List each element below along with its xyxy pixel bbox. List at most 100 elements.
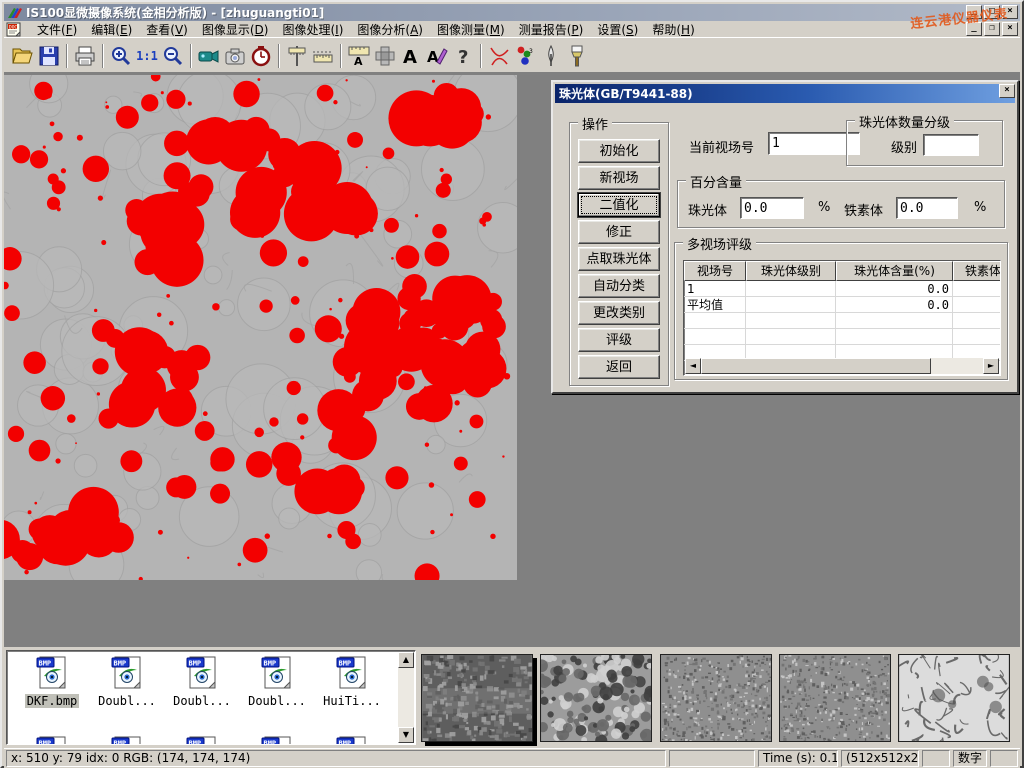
thumbnail-4[interactable] (779, 654, 891, 742)
table-row[interactable]: 平均值 0.0 (684, 297, 1000, 313)
toolbar-separator (102, 44, 104, 68)
file-item[interactable]: BMP (317, 736, 387, 745)
menu-file[interactable]: 文件(F) (30, 20, 84, 39)
help-icon[interactable]: ? (450, 43, 476, 69)
minimize-button[interactable]: _ (966, 5, 982, 19)
binarize-button[interactable]: 二值化 (578, 193, 660, 217)
toolbar-separator (340, 44, 342, 68)
actual-size-icon[interactable]: 1:1 (134, 43, 160, 69)
pearlite-percent-input[interactable] (740, 197, 804, 219)
dialog-close-button[interactable]: × (999, 84, 1015, 98)
cell-level (746, 281, 836, 296)
file-item[interactable]: BMP (242, 736, 312, 745)
rating-table-header: 视场号 珠光体级别 珠光体含量(%) 铁素体 (684, 261, 1000, 281)
thumbnail-5[interactable] (898, 654, 1010, 742)
cursor-position-status: x: 510 y: 79 idx: 0 RGB: (174, 174, 174) (6, 750, 666, 767)
close-button[interactable]: × (1002, 5, 1018, 19)
measure-text-icon[interactable]: A (346, 43, 372, 69)
scrollbar-thumb[interactable] (701, 358, 931, 374)
file-item[interactable]: BMP HuiTi... (317, 656, 387, 708)
table-row[interactable]: 1 0.0 (684, 281, 1000, 297)
file-item[interactable]: BMP (167, 736, 237, 745)
return-button[interactable]: 返回 (578, 355, 660, 379)
save-icon[interactable] (36, 43, 62, 69)
menu-settings[interactable]: 设置(S) (590, 20, 645, 39)
menu-image-measure[interactable]: 图像测量(M) (430, 20, 512, 39)
new-field-button[interactable]: 新视场 (578, 166, 660, 190)
ruler-icon[interactable] (310, 43, 336, 69)
thumbnail-1[interactable] (421, 654, 533, 742)
pick-pearlite-button[interactable]: 点取珠光体 (578, 247, 660, 271)
classify-dots-icon[interactable]: 3 (512, 43, 538, 69)
child-restore-button[interactable]: ❐ (984, 22, 1000, 36)
child-close-button[interactable]: × (1002, 22, 1018, 36)
menu-image-process[interactable]: 图像处理(I) (275, 20, 350, 39)
merge-grid-icon[interactable] (372, 43, 398, 69)
scroll-right-icon[interactable]: ► (983, 358, 999, 374)
file-item[interactable]: BMP (92, 736, 162, 745)
table-row-empty (684, 313, 1000, 329)
file-item[interactable]: BMP Doubl... (242, 656, 312, 708)
auto-classify-button[interactable]: 自动分类 (578, 274, 660, 298)
correct-button[interactable]: 修正 (578, 220, 660, 244)
menu-image-analysis[interactable]: 图像分析(A) (350, 20, 430, 39)
thumbnail-2[interactable] (540, 654, 652, 742)
file-name: DKF.bmp (25, 694, 80, 708)
child-minimize-button[interactable]: _ (966, 22, 982, 36)
zoom-out-icon[interactable] (160, 43, 186, 69)
pearlite-percent-label: 珠光体 (688, 200, 727, 219)
toolbar-separator (278, 44, 280, 68)
open-folder-icon[interactable] (10, 43, 36, 69)
app-logo-icon (6, 6, 22, 20)
change-class-button[interactable]: 更改类别 (578, 301, 660, 325)
menu-edit[interactable]: 编辑(E) (84, 20, 139, 39)
status-spacer (990, 750, 1018, 767)
metallograph-image[interactable] (4, 75, 517, 580)
table-horizontal-scrollbar[interactable]: ◄ ► (685, 358, 999, 374)
video-camera-icon[interactable] (196, 43, 222, 69)
font-icon[interactable]: A (398, 43, 424, 69)
timer-icon[interactable] (248, 43, 274, 69)
dialog-title: 珠光体(GB/T9441-88) (559, 85, 693, 102)
maximize-button[interactable]: □ (984, 5, 1000, 19)
window-title: IS100显微摄像系统(金相分析版) - [zhuguangti01] (26, 4, 324, 21)
scroll-down-icon[interactable]: ▼ (398, 727, 414, 743)
file-name: Doubl... (171, 694, 233, 708)
cell-content: 0.0 (836, 281, 953, 296)
zoom-in-icon[interactable] (108, 43, 134, 69)
print-icon[interactable] (72, 43, 98, 69)
menu-report[interactable]: 测量报告(P) (512, 20, 591, 39)
rate-button[interactable]: 评级 (578, 328, 660, 352)
brush-icon[interactable] (564, 43, 590, 69)
status-spacer (922, 750, 950, 767)
file-item[interactable]: BMP (17, 736, 87, 745)
thumbnail-3[interactable] (660, 654, 772, 742)
cell-content: 0.0 (836, 297, 953, 312)
ferrite-percent-label: 铁素体 (844, 200, 883, 219)
scroll-up-icon[interactable]: ▲ (398, 652, 414, 668)
curve-tool-icon[interactable] (486, 43, 512, 69)
file-list-scrollbar[interactable]: ▲ ▼ (398, 652, 414, 743)
level-input[interactable] (923, 134, 979, 156)
caliper-icon[interactable] (284, 43, 310, 69)
file-item[interactable]: BMP Doubl... (167, 656, 237, 708)
file-item[interactable]: BMP Doubl... (92, 656, 162, 708)
scroll-left-icon[interactable]: ◄ (685, 358, 701, 374)
menu-view[interactable]: 查看(V) (139, 20, 195, 39)
file-item[interactable]: BMP DKF.bmp (17, 656, 87, 708)
multi-field-group-label: 多视场评级 (683, 234, 756, 253)
camera-icon[interactable] (222, 43, 248, 69)
menu-help[interactable]: 帮助(H) (645, 20, 701, 39)
svg-text:A: A (427, 48, 439, 66)
annotate-icon[interactable]: A (424, 43, 450, 69)
svg-text:DOC: DOC (9, 24, 17, 30)
ferrite-percent-input[interactable] (896, 197, 958, 219)
bmp-file-icon: BMP (111, 656, 144, 689)
dialog-title-bar[interactable]: 珠光体(GB/T9441-88) (555, 84, 1015, 103)
multi-field-group: 多视场评级 视场号 珠光体级别 珠光体含量(%) 铁素体 1 0.0 (674, 242, 1008, 380)
init-button[interactable]: 初始化 (578, 139, 660, 163)
pen-tool-icon[interactable] (538, 43, 564, 69)
pearlite-percent-sign: % (818, 200, 830, 215)
status-spacer (669, 750, 755, 767)
menu-image-display[interactable]: 图像显示(D) (195, 20, 276, 39)
